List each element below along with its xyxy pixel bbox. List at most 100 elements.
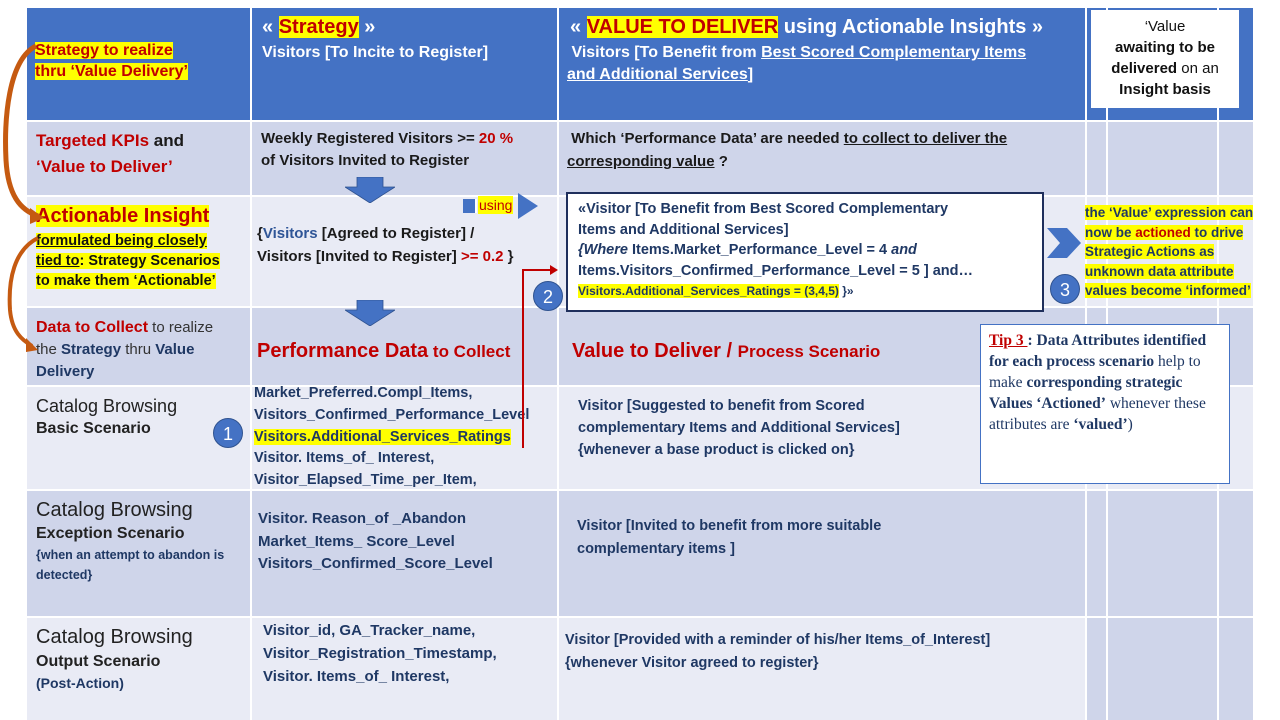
insight-box-text: «Visitor [To Benefit from Best Scored Co… bbox=[578, 199, 1042, 302]
value-line: complementary Items and Additional Servi… bbox=[578, 419, 900, 436]
actioned-note: the ‘Value’ expression can now be action… bbox=[1085, 203, 1254, 301]
kpi-percent: 20 % bbox=[478, 130, 514, 147]
data-attribute: Visitor. Items_of_ Interest, bbox=[254, 450, 435, 467]
column-divider bbox=[250, 8, 252, 720]
arrow-stub bbox=[463, 199, 477, 213]
kpi-value-question: Which ‘Performance Data’ are needed to c… bbox=[567, 128, 1007, 173]
scenario-value: Visitor [Invited to benefit from more su… bbox=[577, 515, 881, 561]
data-attribute: Visitor. Reason_of _Abandon bbox=[258, 510, 467, 527]
value-sub-close: ] bbox=[747, 66, 754, 84]
collect-label-value: Value bbox=[155, 341, 195, 359]
scenario-value: Visitor [Suggested to benefit from Score… bbox=[578, 396, 900, 461]
actionable-insight-title: Actionable Insight bbox=[36, 205, 210, 227]
collect-row-label: Data to Collect to realize the Strategy … bbox=[36, 316, 213, 383]
scenario-name: Catalog Browsing bbox=[36, 396, 178, 416]
tip-title: Tip 3 bbox=[989, 332, 1028, 349]
question-underlined: corresponding value bbox=[567, 152, 715, 170]
actioned-line: to drive bbox=[1190, 224, 1244, 240]
scenario-note: (Post-Action) bbox=[36, 675, 124, 692]
data-attribute: Visitor_Elapsed_Time_per_Item, bbox=[254, 472, 477, 488]
curved-arrow-icon bbox=[3, 43, 44, 352]
header-left-line2: thru ‘Value Delivery’ bbox=[35, 63, 188, 81]
chevron-right-icon bbox=[1047, 228, 1081, 258]
scenario-data-list: Visitor_id, GA_Tracker_name, Visitor_Reg… bbox=[263, 620, 497, 688]
value-line: complementary items ] bbox=[577, 541, 735, 558]
value-sub-underlined: and Additional Services bbox=[567, 66, 748, 84]
insight-box-where: {Where bbox=[578, 242, 628, 259]
header-left-label: Strategy to realize thru ‘Value Delivery… bbox=[35, 40, 188, 82]
value-sub-plain: Visitors [To Benefit from bbox=[571, 44, 762, 61]
collect-label-text: to realize bbox=[148, 319, 214, 336]
perf-heading-small: to Collect bbox=[428, 342, 511, 361]
value-line: Visitor [Suggested to benefit from Score… bbox=[578, 398, 865, 414]
step-badge-2: 2 bbox=[533, 281, 563, 311]
formula-text: [Agreed to Register] / bbox=[317, 225, 475, 242]
actionable-insight-box: «Visitor [To Benefit from Best Scored Co… bbox=[566, 192, 1044, 312]
insight-row-label: Actionable Insight formulated being clos… bbox=[36, 203, 220, 291]
data-attribute: Visitor_id, GA_Tracker_name, bbox=[263, 622, 476, 639]
value-line: Visitor [Provided with a reminder of his… bbox=[565, 632, 991, 648]
formula-threshold: >= 0.2 bbox=[460, 248, 504, 266]
scenario-value: Visitor [Provided with a reminder of his… bbox=[565, 629, 990, 675]
data-attribute: Visitor. Items_of_ Interest, bbox=[263, 667, 450, 685]
value-heading-small: Process Scenario bbox=[737, 342, 881, 361]
scenario-type: Basic Scenario bbox=[36, 420, 151, 438]
kpi-row-label: Targeted KPIs and ‘Value to Deliver’ bbox=[36, 128, 184, 181]
insight-label-text: to make them ‘Actionable’ bbox=[36, 272, 216, 289]
down-arrow-icon bbox=[345, 300, 395, 326]
kpi-text: Weekly Registered Visitors >= bbox=[261, 130, 479, 147]
kpi-strategy-text: Weekly Registered Visitors >= 20 % of Vi… bbox=[261, 128, 513, 172]
guillemet-open: « bbox=[262, 16, 279, 38]
perf-heading-big: Performance Data bbox=[257, 340, 429, 362]
scenario-type: Output Scenario bbox=[36, 653, 161, 670]
down-arrow-icon bbox=[345, 177, 395, 203]
value-to-deliver-word: VALUE TO DELIVER bbox=[586, 16, 779, 38]
kpi-label-red: Targeted KPIs bbox=[36, 131, 150, 150]
scenario-name: Catalog Browsing bbox=[36, 626, 193, 648]
insight-label-text: : Strategy Scenarios bbox=[79, 252, 220, 269]
question-text: Which ‘Performance Data’ are needed bbox=[571, 130, 844, 147]
value-line: {whenever a base product is clicked on} bbox=[578, 441, 855, 458]
using-label: using bbox=[478, 196, 514, 214]
actioned-line: Strategic Actions as bbox=[1085, 244, 1215, 260]
step-badge-1: 1 bbox=[213, 418, 243, 448]
tip-text: ) bbox=[1127, 415, 1133, 433]
scenario-label: Catalog Browsing Basic Scenario bbox=[36, 394, 177, 440]
formula-text: Visitors [Invited to Register] bbox=[257, 248, 461, 266]
awaiting-line: awaiting to be bbox=[1114, 39, 1215, 56]
data-attribute: Visitors_Confirmed_Performance_Level bbox=[254, 406, 530, 423]
awaiting-line: Insight basis bbox=[1119, 81, 1211, 98]
insight-box-line: Items and Additional Services] bbox=[578, 221, 789, 238]
insight-box-line: «Visitor [To Benefit from Best Scored Co… bbox=[578, 201, 949, 217]
scenario-note: {when an attempt to abandon is detected} bbox=[36, 548, 225, 583]
insight-box-line: Items.Market_Performance_Level = 4 bbox=[627, 242, 892, 259]
scenario-label: Catalog Browsing Exception Scenario {whe… bbox=[36, 497, 248, 585]
question-underlined: to collect to deliver the bbox=[843, 130, 1008, 147]
right-arrow-icon bbox=[518, 193, 538, 219]
data-attribute: Visitor_Registration_Timestamp, bbox=[263, 644, 497, 662]
actioned-line: unknown data attribute bbox=[1085, 263, 1234, 279]
tip-box: Tip 3 : Data Attributes identified for e… bbox=[980, 324, 1230, 484]
header-left-line1: Strategy to realize bbox=[35, 42, 173, 59]
awaiting-value-box: ‘Value awaiting to be delivered on an In… bbox=[1091, 10, 1239, 108]
strategy-column-header: « Strategy » bbox=[262, 14, 375, 40]
tip-text-bold: ‘valued’ bbox=[1073, 415, 1128, 433]
value-line: {whenever Visitor agreed to register} bbox=[565, 655, 819, 672]
collect-label-red: Data to Collect bbox=[36, 319, 149, 336]
awaiting-line: ‘Value bbox=[1144, 18, 1186, 35]
output-scenario-row-right bbox=[1085, 618, 1253, 720]
formula-brace: } bbox=[503, 248, 514, 266]
formula-visitors: Visitors bbox=[262, 225, 318, 242]
value-header-rest: using Actionable Insights » bbox=[778, 16, 1044, 38]
scenario-type: Exception Scenario bbox=[36, 525, 185, 542]
actioned-line: now be bbox=[1085, 224, 1136, 240]
data-attribute: Market_Items_ Score_Level bbox=[258, 532, 455, 550]
using-arrow: using bbox=[463, 193, 539, 219]
insight-label-underlined: formulated being closely bbox=[36, 232, 207, 249]
insight-box-highlight: Visitors.Additional_Services_Ratings = (… bbox=[578, 284, 839, 299]
scenario-data-list: Visitor. Reason_of _Abandon Market_Items… bbox=[258, 508, 493, 576]
value-line: Visitor [Invited to benefit from more su… bbox=[577, 518, 882, 534]
guillemet-open: « bbox=[570, 16, 587, 38]
data-attribute: Market_Preferred.Compl_Items, bbox=[254, 385, 473, 401]
insight-box-line: Items.Visitors_Confirmed_Performance_Lev… bbox=[578, 262, 974, 279]
